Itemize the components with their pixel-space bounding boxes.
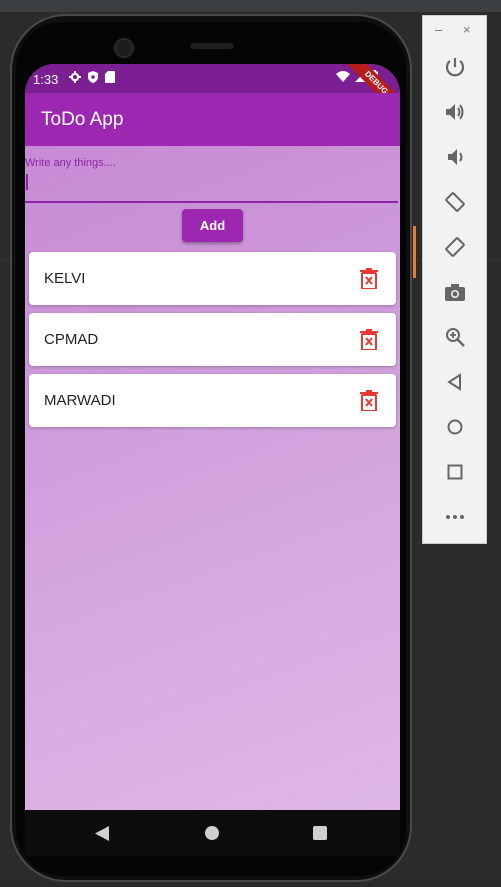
- emulator-close-button[interactable]: ×: [463, 22, 471, 37]
- phone-screen: 1:33 DEBUG ToDo App Write any things....…: [25, 64, 400, 856]
- delete-icon[interactable]: [360, 329, 378, 350]
- input-underline: [25, 201, 398, 203]
- sd-card-icon: [105, 71, 115, 83]
- emulator-more-button[interactable]: [443, 505, 467, 529]
- list-item: KELVI: [29, 252, 396, 305]
- recents-icon[interactable]: [313, 826, 327, 840]
- home-icon[interactable]: [205, 826, 219, 840]
- add-button[interactable]: Add: [182, 209, 243, 242]
- app-title: ToDo App: [41, 109, 124, 130]
- power-icon: [445, 58, 465, 77]
- zoom-button[interactable]: [443, 325, 467, 349]
- todo-body: Write any things.... Add KELVI CPMAD MAR…: [25, 146, 400, 810]
- delete-icon[interactable]: [360, 390, 378, 411]
- ide-top-strip: [0, 0, 501, 12]
- volume-up-icon: [446, 104, 464, 120]
- earpiece-speaker: [190, 43, 234, 49]
- overview-icon: [447, 464, 463, 480]
- volume-up-button[interactable]: [443, 100, 467, 124]
- zoom-icon: [446, 328, 465, 347]
- status-icons-left: [69, 71, 115, 83]
- todo-text: MARWADI: [44, 392, 116, 409]
- emulator-back-button[interactable]: [443, 370, 467, 394]
- more-icon: [446, 515, 464, 519]
- shield-icon: [88, 71, 98, 83]
- rotate-left-icon: [445, 192, 465, 212]
- navigation-bar: [25, 810, 400, 856]
- volume-down-button[interactable]: [443, 145, 467, 169]
- app-bar: ToDo App: [25, 93, 400, 146]
- todo-text: CPMAD: [44, 331, 99, 348]
- rotate-left-button[interactable]: [443, 190, 467, 214]
- list-item: MARWADI: [29, 374, 396, 427]
- todo-text: KELVI: [44, 270, 86, 287]
- back-icon[interactable]: [95, 826, 109, 841]
- input-hint-label: Write any things....: [25, 157, 116, 169]
- gear-icon: [69, 71, 81, 83]
- front-camera: [114, 38, 134, 58]
- rotate-right-icon: [445, 237, 465, 257]
- camera-icon: [445, 284, 465, 301]
- rotate-right-button[interactable]: [443, 235, 467, 259]
- home-icon: [447, 419, 463, 435]
- list-item: CPMAD: [29, 313, 396, 366]
- status-bar: 1:33 DEBUG: [25, 64, 400, 124]
- power-button[interactable]: [443, 55, 467, 79]
- emulator-home-button[interactable]: [443, 415, 467, 439]
- volume-down-icon: [448, 149, 463, 165]
- emulator-toolbar: – ×: [422, 15, 487, 544]
- emulator-minimize-button[interactable]: –: [435, 22, 442, 37]
- back-icon: [447, 373, 461, 391]
- screenshot-button[interactable]: [443, 280, 467, 304]
- ide-accent-marker: [413, 226, 416, 278]
- wifi-icon: [336, 70, 350, 82]
- emulator-overview-button[interactable]: [443, 460, 467, 484]
- status-time: 1:33: [33, 72, 59, 87]
- text-cursor: [26, 174, 28, 190]
- delete-icon[interactable]: [360, 268, 378, 289]
